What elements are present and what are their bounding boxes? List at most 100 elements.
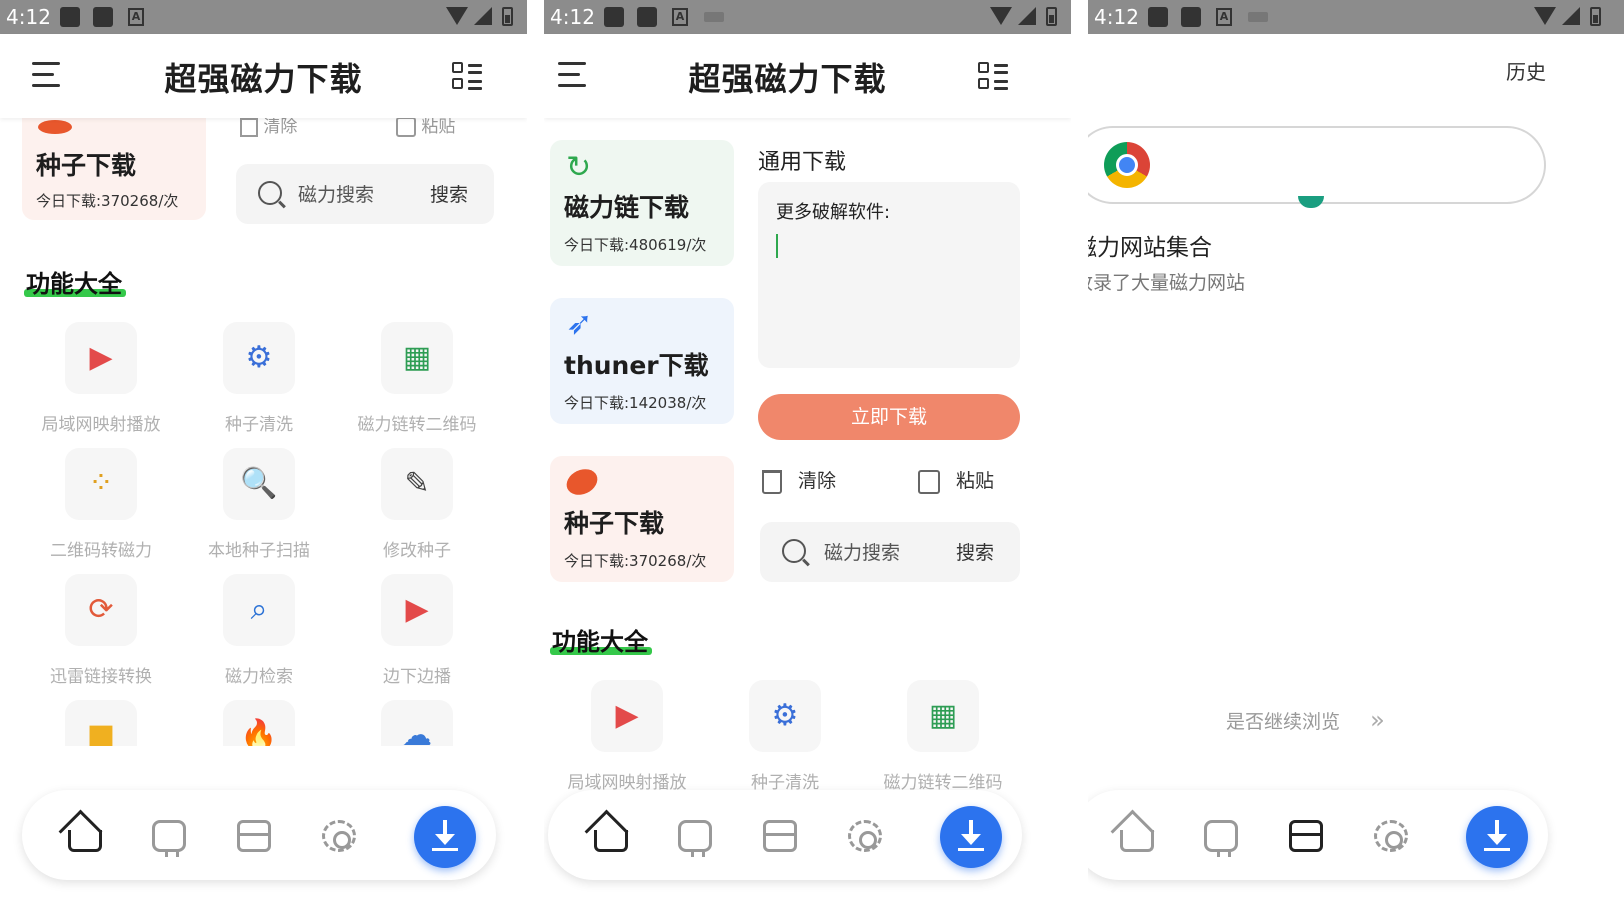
- notification-icon: [60, 7, 80, 27]
- search-icon: [258, 181, 282, 205]
- settings-gear-icon[interactable]: [1374, 820, 1408, 852]
- loading-indicator: [1298, 196, 1324, 208]
- magnet-download-card[interactable]: ↻ 磁力链下载 今日下载:480619/次: [550, 140, 734, 266]
- app-bar: 超强磁力下载: [0, 34, 527, 118]
- bottom-nav: [548, 790, 1022, 880]
- trash-icon: [762, 469, 782, 494]
- card-icon[interactable]: [1289, 820, 1323, 852]
- feature-stream-play[interactable]: ▶ 边下边播: [337, 574, 497, 687]
- clear-button[interactable]: 清除: [762, 466, 836, 494]
- search-input[interactable]: 磁力搜索: [824, 538, 900, 565]
- magnet-search-bar[interactable]: 磁力搜索 搜索: [236, 164, 494, 224]
- grid-view-icon[interactable]: [978, 62, 1008, 92]
- textarea-text: 更多破解软件:: [776, 202, 891, 223]
- feature-qr-to-magnet[interactable]: ⁘ 二维码转磁力: [21, 448, 181, 561]
- card-title: 种子下载: [36, 151, 137, 180]
- feature-cloud[interactable]: ☁: [337, 700, 497, 746]
- feature-torrent-clean[interactable]: ⚙ 种子清洗: [179, 322, 339, 435]
- notification-a-icon: A: [672, 8, 688, 26]
- app-title: 超强磁力下载: [688, 60, 887, 98]
- wifi-icon: [990, 7, 1012, 25]
- settings-gear-icon[interactable]: [322, 820, 356, 852]
- feature-hot[interactable]: 🔥: [179, 700, 339, 746]
- bottom-nav: [1088, 790, 1548, 880]
- fire-icon: 🔥: [240, 718, 278, 746]
- magnet-refresh-icon: ↻: [566, 150, 592, 185]
- video-cast-icon: ▶: [89, 340, 113, 375]
- download-fab[interactable]: [414, 806, 476, 868]
- search-button[interactable]: 搜索: [430, 180, 468, 207]
- torrent-download-card[interactable]: 种子下载 今日下载:370268/次: [22, 100, 206, 220]
- thunder-bird-icon: ➶: [566, 304, 593, 342]
- magnet-search-bar[interactable]: 磁力搜索 搜索: [760, 522, 1020, 582]
- video-cast-icon: ▶: [615, 698, 639, 733]
- gear-progress-icon: ⚙: [245, 340, 273, 375]
- torrent-seed-icon: [562, 464, 602, 500]
- chat-icon[interactable]: [678, 820, 712, 857]
- clipboard-icon: [396, 117, 416, 137]
- feature-magnet-to-qr[interactable]: ▦ 磁力链转二维码: [337, 322, 497, 435]
- card-count: 今日下载:370268/次: [564, 552, 707, 570]
- signal-icon: [1562, 7, 1580, 25]
- feature-thunder-convert[interactable]: ⟳ 迅雷链接转换: [21, 574, 181, 687]
- card-icon[interactable]: [763, 820, 797, 852]
- double-chevron-right-icon: »: [1370, 706, 1385, 734]
- home-icon[interactable]: [594, 830, 628, 852]
- home-icon[interactable]: [68, 830, 102, 852]
- thunder-download-card[interactable]: ➶ thuner下载 今日下载:142038/次: [550, 298, 734, 424]
- notification-a-icon: A: [1216, 8, 1232, 26]
- paste-button[interactable]: 粘贴: [918, 466, 994, 494]
- screen-browser: 4:12 A 历史 磁力网站集合 收录了大量磁力网站 是否继续浏览 »: [1088, 0, 1624, 918]
- download-arrow-icon: [958, 848, 984, 851]
- chat-icon[interactable]: [1204, 820, 1238, 857]
- bottom-nav: [22, 790, 496, 880]
- feature-magnet-search[interactable]: ⌕ 磁力检索: [179, 574, 339, 687]
- feature-lan-cast[interactable]: ▶ 局域网映射播放: [21, 322, 181, 435]
- download-now-button[interactable]: 立即下载: [758, 394, 1020, 440]
- trash-icon: [240, 117, 258, 137]
- app-title: 超强磁力下载: [164, 60, 363, 98]
- card-title: thuner下载: [564, 351, 709, 380]
- feature-local-scan[interactable]: 🔍 本地种子扫描: [179, 448, 339, 561]
- torrent-download-card[interactable]: 种子下载 今日下载:370268/次: [550, 456, 734, 582]
- browser-url-bar[interactable]: [1088, 126, 1546, 208]
- wifi-icon: [1534, 7, 1556, 25]
- card-title: 磁力链下载: [564, 193, 690, 222]
- feature-edit-torrent[interactable]: ✎ 修改种子: [337, 448, 497, 561]
- qr-dots-icon: ⁘: [88, 466, 114, 501]
- text-cursor: [776, 234, 778, 258]
- card-title: 种子下载: [564, 509, 665, 538]
- qr-code-icon: ▦: [928, 698, 958, 733]
- link-convert-icon: ⟳: [88, 592, 114, 627]
- continue-browsing-button[interactable]: 是否继续浏览 »: [1226, 706, 1385, 734]
- chat-icon[interactable]: [152, 820, 186, 857]
- wifi-icon: [446, 7, 468, 25]
- folder-icon: ■: [86, 718, 116, 746]
- home-icon[interactable]: [1120, 830, 1154, 852]
- features-title: 功能大全: [24, 264, 126, 299]
- card-count: 今日下载:142038/次: [564, 394, 707, 412]
- torrent-seed-icon: [38, 120, 72, 134]
- history-button[interactable]: 历史: [1506, 56, 1546, 85]
- download-fab[interactable]: [940, 806, 1002, 868]
- chrome-icon: [1104, 142, 1150, 188]
- magnet-link-textarea[interactable]: 更多破解软件:: [758, 182, 1020, 368]
- search-input[interactable]: 磁力搜索: [298, 180, 374, 207]
- card-count: 今日下载:480619/次: [564, 236, 707, 254]
- site-subtitle: 收录了大量磁力网站: [1088, 272, 1246, 294]
- status-time: 4:12: [6, 5, 51, 29]
- settings-gear-icon[interactable]: [848, 820, 882, 852]
- feature-magnet-to-qr[interactable]: ▦ 磁力链转二维码: [863, 680, 1023, 793]
- search-button[interactable]: 搜索: [956, 538, 994, 565]
- grid-view-icon[interactable]: [452, 62, 482, 92]
- battery-icon: [1590, 7, 1601, 26]
- feature-torrent-clean[interactable]: ⚙ 种子清洗: [705, 680, 865, 793]
- notification-icon: [637, 7, 657, 27]
- pen-edit-icon: ✎: [404, 466, 430, 501]
- card-count: 今日下载:370268/次: [36, 192, 179, 210]
- feature-folder[interactable]: ■: [21, 700, 181, 746]
- feature-lan-cast[interactable]: ▶ 局域网映射播放: [547, 680, 707, 793]
- notification-a-icon: A: [128, 8, 144, 26]
- card-icon[interactable]: [237, 820, 271, 852]
- download-fab[interactable]: [1466, 806, 1528, 868]
